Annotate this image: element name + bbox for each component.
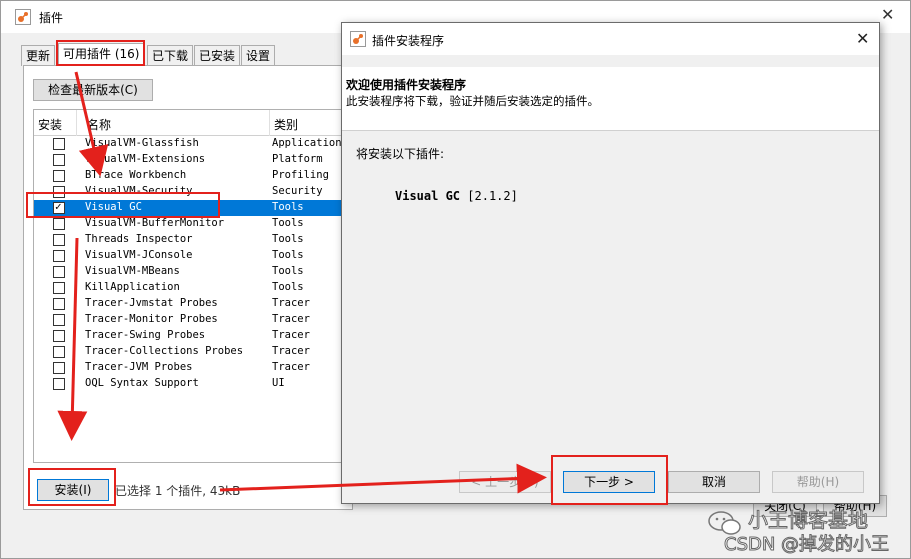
arrow-install-to-next — [219, 463, 547, 494]
watermark-line1: 小王博客基地 — [748, 508, 869, 533]
watermark-line2: CSDN @掉发的小王 — [723, 534, 890, 556]
arrow-tab-to-item — [74, 71, 109, 177]
watermark: 小王博客基地 CSDN @掉发的小王 — [708, 504, 908, 558]
annotation-arrows — [57, 71, 547, 494]
arrow-item-to-install — [57, 237, 88, 441]
